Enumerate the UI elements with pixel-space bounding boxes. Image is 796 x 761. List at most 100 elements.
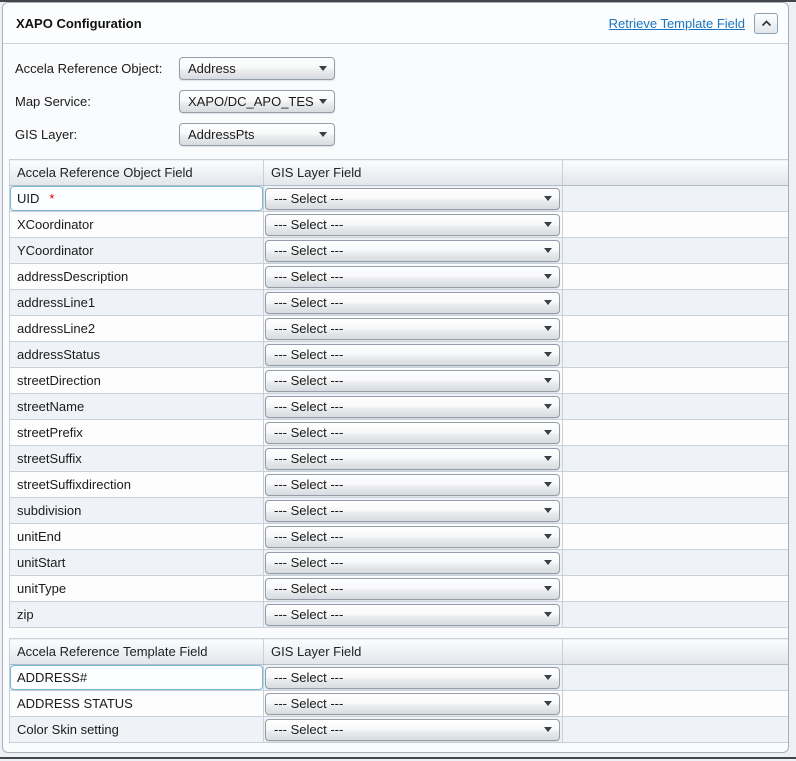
table-row: UID * --- Select --- [10,186,789,212]
reference-field-cell[interactable]: addressDescription * [10,264,264,290]
reference-field-label: streetName [17,399,84,414]
reference-field-cellbox: zip * [10,602,263,627]
gis-layer-field-select[interactable]: --- Select --- [265,214,560,236]
gis-layer-field-select[interactable]: --- Select --- [265,266,560,288]
reference-field-cellbox: XCoordinator * [10,212,263,237]
accela-reference-object-select[interactable]: Address [179,57,335,80]
required-asterisk: * [49,191,54,206]
reference-field-label: subdivision [17,503,81,518]
dropdown-arrow-icon [544,404,552,409]
reference-field-cell[interactable]: XCoordinator * [10,212,264,238]
dropdown-arrow-icon [544,352,552,357]
gis-field-cell: --- Select --- [264,290,563,316]
reference-field-label: addressStatus [17,347,100,362]
empty-cell [563,394,789,420]
reference-field-cell[interactable]: streetSuffix * [10,446,264,472]
gis-layer-field-select[interactable]: --- Select --- [265,318,560,340]
dropdown-arrow-icon [544,274,552,279]
dropdown-arrow-icon [319,132,327,137]
reference-field-cell[interactable]: addressStatus * [10,342,264,368]
gis-field-cell: --- Select --- [264,602,563,628]
reference-field-cellbox: addressStatus * [10,342,263,367]
gis-layer-field-select[interactable]: --- Select --- [265,344,560,366]
selected-value: --- Select --- [274,347,538,362]
column-header-reference-template-field: Accela Reference Template Field [10,639,264,665]
column-header-empty [563,160,789,186]
dropdown-arrow-icon [544,430,552,435]
reference-field-cell[interactable]: addressLine1 * [10,290,264,316]
reference-field-cellbox: streetName * [10,394,263,419]
reference-field-cell[interactable]: YCoordinator * [10,238,264,264]
empty-cell [563,576,789,602]
reference-field-cell[interactable]: zip * [10,602,264,628]
gis-layer-field-select[interactable]: --- Select --- [265,188,560,210]
template-field-cell[interactable]: ADDRESS STATUS * [10,691,264,717]
template-field-label: ADDRESS# [17,670,87,685]
gis-layer-field-select[interactable]: --- Select --- [265,500,560,522]
gis-layer-field-select[interactable]: --- Select --- [265,422,560,444]
reference-field-cellbox: unitEnd * [10,524,263,549]
gis-layer-field-select[interactable]: --- Select --- [265,396,560,418]
table-header-row: Accela Reference Object Field GIS Layer … [10,160,789,186]
dropdown-arrow-icon [544,508,552,513]
reference-field-cell[interactable]: streetName * [10,394,264,420]
gis-field-cell: --- Select --- [264,717,563,743]
table-row: streetDirection * --- Select --- [10,368,789,394]
gis-layer-field-select[interactable]: --- Select --- [265,667,560,689]
gis-layer-field-select[interactable]: --- Select --- [265,578,560,600]
reference-field-cellbox: addressLine2 * [10,316,263,341]
empty-cell [563,691,789,717]
gis-field-cell: --- Select --- [264,186,563,212]
table-row: ADDRESS# * --- Select --- [10,665,789,691]
reference-field-label: unitStart [17,555,65,570]
dropdown-arrow-icon [544,222,552,227]
gis-field-cell: --- Select --- [264,665,563,691]
reference-field-cell[interactable]: streetDirection * [10,368,264,394]
selected-value: --- Select --- [274,670,538,685]
gis-layer-select[interactable]: AddressPts [179,123,335,146]
reference-field-cell[interactable]: streetPrefix * [10,420,264,446]
table-header-row: Accela Reference Template Field GIS Laye… [10,639,789,665]
dropdown-arrow-icon [319,99,327,104]
gis-layer-field-select[interactable]: --- Select --- [265,552,560,574]
retrieve-template-field-link[interactable]: Retrieve Template Field [609,16,745,31]
reference-field-cell[interactable]: streetSuffixdirection * [10,472,264,498]
reference-field-cell[interactable]: unitType * [10,576,264,602]
table-row: addressLine1 * --- Select --- [10,290,789,316]
column-header-gis-layer-field: GIS Layer Field [264,639,563,665]
table-row: ADDRESS STATUS * --- Select --- [10,691,789,717]
gis-field-cell: --- Select --- [264,446,563,472]
reference-field-cell[interactable]: subdivision * [10,498,264,524]
empty-cell [563,290,789,316]
reference-field-label: UID [17,191,39,206]
table-row: addressLine2 * --- Select --- [10,316,789,342]
dropdown-arrow-icon [544,701,552,706]
gis-layer-field-select[interactable]: --- Select --- [265,292,560,314]
gis-field-cell: --- Select --- [264,212,563,238]
gis-layer-field-select[interactable]: --- Select --- [265,240,560,262]
reference-field-cellbox: addressDescription * [10,264,263,289]
template-field-cell[interactable]: Color Skin setting * [10,717,264,743]
gis-layer-field-select[interactable]: --- Select --- [265,448,560,470]
table-row: unitType * --- Select --- [10,576,789,602]
gis-field-cell: --- Select --- [264,264,563,290]
selected-value: --- Select --- [274,722,538,737]
object-field-table: Accela Reference Object Field GIS Layer … [9,159,789,628]
reference-field-cell[interactable]: UID * [10,186,264,212]
empty-cell [563,264,789,290]
gis-layer-field-select[interactable]: --- Select --- [265,604,560,626]
gis-layer-field-select[interactable]: --- Select --- [265,693,560,715]
gis-layer-field-select[interactable]: --- Select --- [265,370,560,392]
selected-value: --- Select --- [274,477,538,492]
reference-field-cell[interactable]: unitEnd * [10,524,264,550]
map-service-select[interactable]: XAPO/DC_APO_TEST [179,90,335,113]
collapse-button[interactable] [754,13,778,34]
reference-field-cell[interactable]: unitStart * [10,550,264,576]
gis-layer-field-select[interactable]: --- Select --- [265,719,560,741]
map-service-label: Map Service: [15,94,179,109]
gis-layer-field-select[interactable]: --- Select --- [265,526,560,548]
selected-value: --- Select --- [274,555,538,570]
reference-field-cell[interactable]: addressLine2 * [10,316,264,342]
template-field-cell[interactable]: ADDRESS# * [10,665,264,691]
gis-layer-field-select[interactable]: --- Select --- [265,474,560,496]
